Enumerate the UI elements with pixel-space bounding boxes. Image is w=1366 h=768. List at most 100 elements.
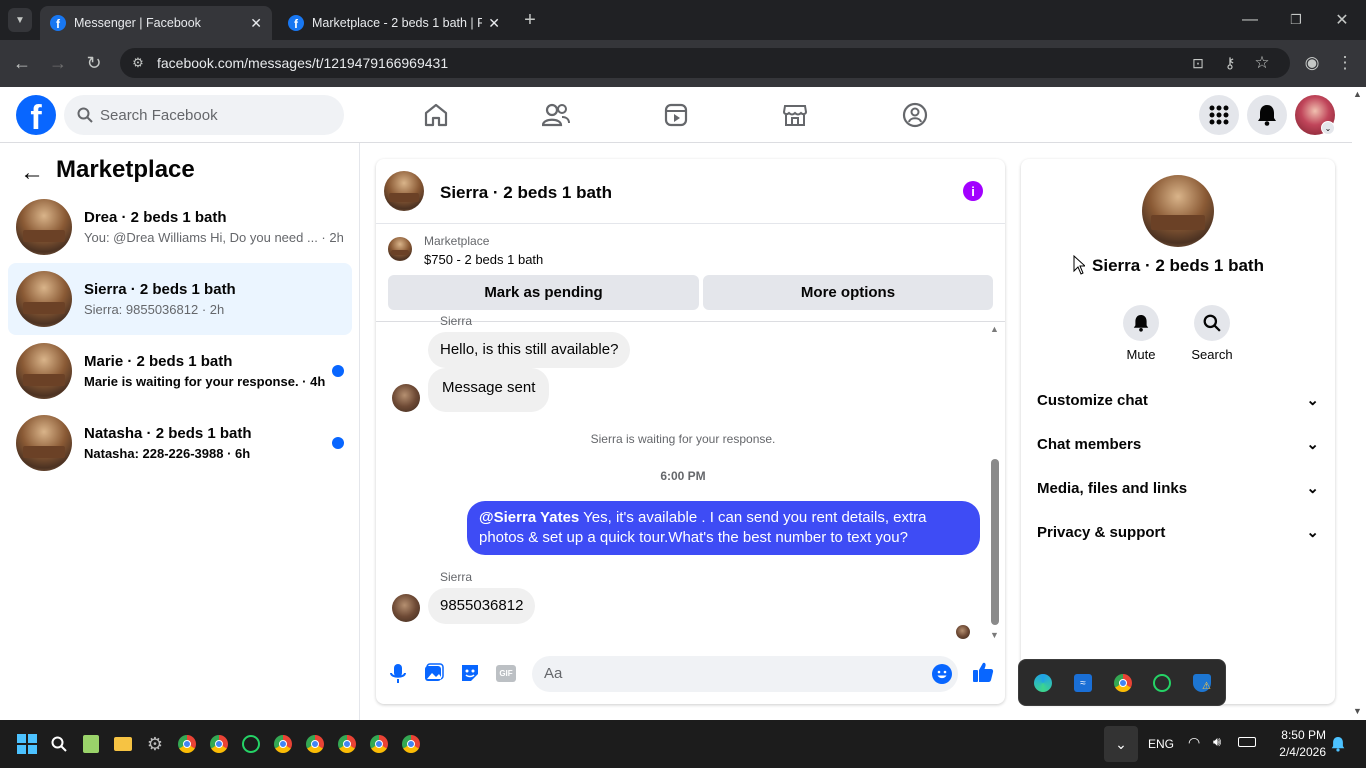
forward-icon[interactable]: →: [46, 51, 70, 75]
chat-header-thumbnail[interactable]: [384, 171, 424, 211]
scroll-down-arrow-icon[interactable]: ▼: [990, 630, 999, 640]
defender-warning-icon[interactable]: ⚠: [1193, 674, 1211, 692]
profile-thumbnail[interactable]: [1142, 175, 1214, 247]
mute-button[interactable]: Mute: [1121, 305, 1161, 362]
minimize-icon[interactable]: —: [1238, 8, 1262, 32]
info-icon[interactable]: i: [963, 181, 983, 201]
sender-avatar[interactable]: [392, 384, 420, 412]
password-key-icon[interactable]: ⚷: [1218, 51, 1242, 75]
close-window-icon[interactable]: ✕: [1330, 8, 1354, 32]
profile-icon[interactable]: ◉: [1300, 51, 1324, 75]
waves-app-icon[interactable]: ≈: [1074, 674, 1092, 692]
site-info-icon[interactable]: ⚙: [126, 51, 150, 75]
language-indicator[interactable]: ENG: [1148, 737, 1174, 751]
notepad-icon[interactable]: [79, 732, 103, 756]
page-scroll-up-icon[interactable]: ▲: [1353, 89, 1362, 99]
photo-icon[interactable]: [424, 663, 444, 688]
conversation-item[interactable]: Marie · 2 beds 1 bath Marie is waiting f…: [8, 335, 352, 407]
conversation-preview: Natasha: 228-226-3988 · 6h: [84, 446, 251, 461]
settings-gear-icon[interactable]: ⚙: [143, 732, 167, 756]
menu-dots-icon[interactable]: ⋮: [1333, 51, 1357, 75]
accordion-customize-chat[interactable]: Customize chat ⌄: [1037, 378, 1319, 422]
page-scroll-down-icon[interactable]: ▼: [1353, 706, 1362, 716]
install-app-icon[interactable]: ⊡: [1186, 51, 1210, 75]
clock-time[interactable]: 8:50 PM: [1276, 728, 1326, 742]
chevron-down-icon: ⌄: [1306, 524, 1319, 541]
scrollbar-thumb[interactable]: [991, 459, 999, 625]
seen-receipt-avatar: [956, 625, 970, 639]
chat-title[interactable]: Sierra · 2 beds 1 bath: [440, 183, 612, 203]
search-button[interactable]: Search: [1189, 305, 1235, 362]
friends-icon[interactable]: [540, 99, 572, 131]
message-input[interactable]: Aa: [532, 656, 958, 692]
message-bubble[interactable]: Hello, is this still available?: [428, 332, 631, 368]
emoji-icon[interactable]: [932, 664, 952, 684]
account-chevron-icon[interactable]: ⌄: [1321, 121, 1335, 135]
tab-messenger[interactable]: f Messenger | Facebook ✕: [40, 6, 272, 40]
whatsapp-icon[interactable]: [1153, 674, 1171, 692]
chrome-icon[interactable]: [303, 732, 327, 756]
tab-title: Marketplace - 2 beds 1 bath | Fa: [312, 16, 482, 30]
microphone-icon[interactable]: [388, 663, 408, 690]
menu-grid-icon[interactable]: [1199, 95, 1239, 135]
video-icon[interactable]: [660, 99, 692, 131]
conversation-item[interactable]: Drea · 2 beds 1 bath You: @Drea Williams…: [8, 191, 352, 263]
back-arrow-icon[interactable]: ←: [20, 159, 44, 187]
search-icon[interactable]: [47, 732, 71, 756]
search-input[interactable]: Search Facebook: [64, 95, 344, 135]
clock-date[interactable]: 2/4/2026: [1270, 745, 1326, 759]
groups-icon[interactable]: [899, 99, 931, 131]
chat-panel: Sierra · 2 beds 1 bath i Marketplace $75…: [376, 159, 1005, 704]
facebook-favicon-icon: f: [288, 15, 304, 31]
more-options-button[interactable]: More options: [703, 275, 993, 310]
whatsapp-icon[interactable]: [239, 732, 263, 756]
conversation-item[interactable]: Natasha · 2 beds 1 bath Natasha: 228-226…: [8, 407, 352, 479]
outgoing-message-bubble[interactable]: @Sierra Yates Yes, it's available . I ca…: [467, 501, 980, 555]
restore-icon[interactable]: ❐: [1284, 8, 1308, 32]
notifications-bell-icon[interactable]: [1247, 95, 1287, 135]
address-bar[interactable]: ⚙ facebook.com/messages/t/12194791669694…: [120, 48, 1290, 78]
notification-bell-icon[interactable]: [1331, 736, 1345, 757]
edge-icon[interactable]: [1034, 674, 1052, 692]
wifi-icon[interactable]: ◠: [1188, 734, 1200, 751]
conversation-item-selected[interactable]: Sierra · 2 beds 1 bath Sierra: 985503681…: [8, 263, 352, 335]
gif-icon[interactable]: GIF: [496, 665, 516, 682]
accordion-media-files-links[interactable]: Media, files and links ⌄: [1037, 466, 1319, 510]
file-explorer-icon[interactable]: [111, 732, 135, 756]
message-bubble[interactable]: Message sent: [428, 368, 550, 412]
sender-avatar[interactable]: [392, 594, 420, 622]
accordion-chat-members[interactable]: Chat members ⌄: [1037, 422, 1319, 466]
mark-as-pending-button[interactable]: Mark as pending: [388, 275, 699, 310]
volume-icon[interactable]: 🔊︎: [1213, 734, 1221, 750]
facebook-logo-icon[interactable]: f: [16, 95, 56, 135]
tray-overflow-button[interactable]: ⌄: [1104, 726, 1138, 762]
battery-icon[interactable]: [1238, 737, 1256, 747]
chrome-icon[interactable]: [207, 732, 231, 756]
chrome-icon[interactable]: [367, 732, 391, 756]
listing-title[interactable]: $750 - 2 beds 1 bath: [424, 252, 543, 267]
scroll-up-arrow-icon[interactable]: ▲: [990, 324, 999, 334]
close-tab-icon[interactable]: ✕: [488, 15, 500, 32]
marketplace-icon[interactable]: [779, 99, 811, 131]
message-bubble[interactable]: 9855036812: [428, 588, 536, 624]
chrome-icon[interactable]: [335, 732, 359, 756]
like-thumb-icon[interactable]: [972, 661, 994, 688]
home-icon[interactable]: [420, 99, 452, 131]
chrome-icon[interactable]: [175, 732, 199, 756]
sticker-icon[interactable]: [460, 663, 480, 688]
close-tab-icon[interactable]: ✕: [250, 15, 262, 32]
reload-icon[interactable]: ↻: [82, 51, 106, 75]
chrome-icon[interactable]: [1114, 674, 1132, 692]
chrome-icon[interactable]: [399, 732, 423, 756]
bookmark-star-icon[interactable]: ☆: [1250, 51, 1274, 75]
chrome-icon[interactable]: [271, 732, 295, 756]
accordion-privacy-support[interactable]: Privacy & support ⌄: [1037, 510, 1319, 554]
conversation-name: Natasha · 2 beds 1 bath: [84, 425, 252, 442]
search-icon: [1194, 305, 1230, 341]
unread-dot: [332, 365, 344, 377]
back-icon[interactable]: ←: [10, 51, 34, 75]
start-windows-icon[interactable]: [15, 732, 39, 756]
new-tab-icon[interactable]: +: [518, 8, 542, 32]
tab-marketplace[interactable]: f Marketplace - 2 beds 1 bath | Fa ✕: [278, 6, 510, 40]
tab-list-icon[interactable]: ▼: [8, 8, 32, 32]
